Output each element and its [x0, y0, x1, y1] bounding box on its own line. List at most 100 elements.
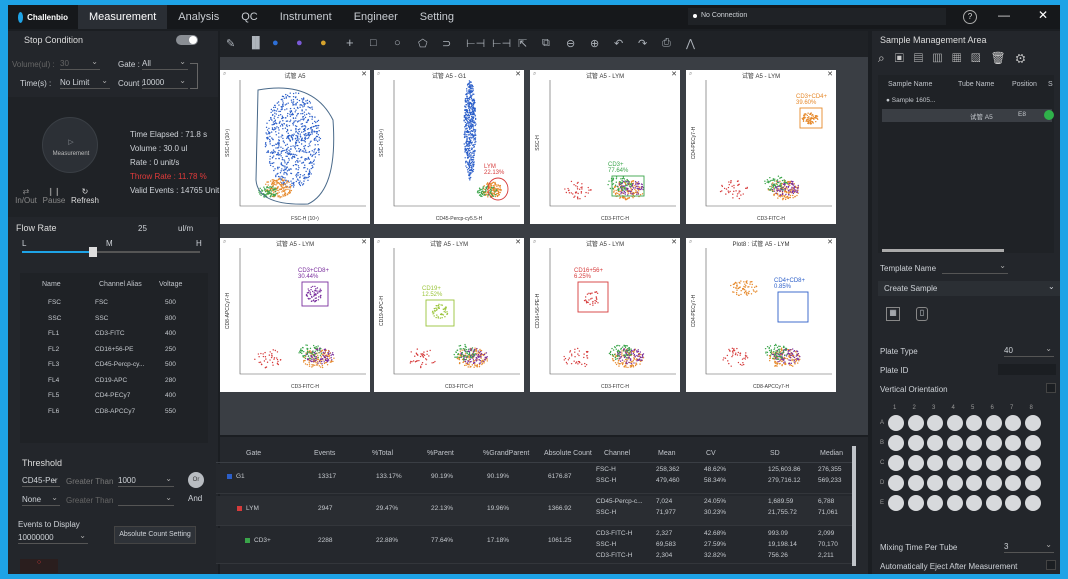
plot-close-icon[interactable]: ✕: [827, 70, 833, 78]
plate-well[interactable]: [907, 455, 924, 471]
plate-well[interactable]: [985, 475, 1002, 491]
plot-close-icon[interactable]: ✕: [515, 238, 521, 246]
stats-col-gate[interactable]: Gate: [246, 450, 261, 457]
plate-id-input[interactable]: [998, 364, 1056, 375]
import-icon[interactable]: ▦: [952, 51, 971, 65]
flow-rate-slider-handle[interactable]: [89, 247, 98, 257]
plate-well[interactable]: [985, 435, 1002, 451]
plot-close-icon[interactable]: ✕: [515, 70, 521, 78]
plate-well[interactable]: [946, 435, 963, 451]
channel-cell[interactable]: 400: [165, 330, 176, 337]
template-icon[interactable]: ▧: [971, 51, 990, 65]
plot-canvas[interactable]: [704, 80, 832, 208]
plate-well[interactable]: [888, 455, 904, 471]
minimize-button[interactable]: —: [998, 8, 1010, 22]
plate-well[interactable]: [966, 475, 982, 491]
events-display-select[interactable]: 10000000: [18, 531, 88, 544]
plot-6[interactable]: ⌕ 试管 A5 - LYM ✕ CD3-FITC-H CD19-APC-H CD19+ 12…: [374, 238, 524, 392]
plot-close-icon[interactable]: ✕: [361, 238, 367, 246]
plot-1[interactable]: ⌕ 试管 A5 ✕ FSC-H (10⁴) SSC-H (10⁴): [220, 70, 370, 224]
plate-well[interactable]: [927, 435, 943, 451]
plate-well[interactable]: [966, 415, 982, 431]
freehand-gate-icon[interactable]: ⊃: [442, 37, 451, 50]
plot-4[interactable]: ⌕ 试管 A5 - LYM ✕ CD3-FITC-H CD4-PECy7-H CD3+CD…: [686, 70, 836, 224]
stats-row[interactable]: [216, 464, 856, 494]
stats-col-channel[interactable]: Channel: [604, 450, 630, 457]
tube-icon[interactable]: ▯: [916, 307, 928, 321]
plot-canvas[interactable]: [548, 80, 676, 208]
plate-well[interactable]: [946, 455, 963, 471]
pause-button[interactable]: ❙❙ Pause: [42, 187, 66, 205]
stop-condition-toggle[interactable]: [176, 35, 198, 45]
plot-close-icon[interactable]: ✕: [827, 238, 833, 246]
inout-button[interactable]: ⇄ In/Out: [14, 187, 38, 205]
plate-well[interactable]: [888, 475, 904, 491]
plate-well[interactable]: [1005, 495, 1021, 511]
channel-cell[interactable]: 500: [165, 361, 176, 368]
stats-row[interactable]: [216, 528, 856, 564]
close-button[interactable]: ✕: [1038, 8, 1048, 22]
stats-col-absolutecount[interactable]: Absolute Count: [544, 450, 592, 457]
plate-well[interactable]: [1024, 415, 1041, 431]
threshold-channel-2[interactable]: None: [22, 493, 60, 506]
settings-icon[interactable]: ⚙: [1016, 51, 1036, 65]
stats-col-events[interactable]: Events: [314, 450, 335, 457]
sample-list-scrollbar[interactable]: [882, 249, 1004, 252]
tab-qc[interactable]: QC: [230, 5, 269, 29]
pointer-tool-icon[interactable]: ✎: [226, 37, 235, 50]
tube-row[interactable]: [882, 109, 1052, 122]
stats-scrollbar[interactable]: [852, 446, 856, 566]
threshold-channel-1[interactable]: CD45-Per: [22, 474, 60, 487]
plate-well[interactable]: [907, 475, 924, 491]
auto-eject-checkbox[interactable]: [1046, 560, 1056, 570]
stats-col-parent[interactable]: %Parent: [427, 450, 454, 457]
plate-well[interactable]: [946, 495, 963, 511]
plate-well[interactable]: [946, 415, 963, 431]
plate-well[interactable]: [907, 435, 924, 451]
plate-icon[interactable]: ▦: [886, 307, 900, 321]
tab-setting[interactable]: Setting: [409, 5, 465, 29]
plate-well[interactable]: [888, 415, 904, 431]
zoom-out-icon[interactable]: ⊖: [566, 37, 575, 50]
stop-icon[interactable]: ○: [20, 559, 58, 573]
plate-well[interactable]: [927, 415, 943, 431]
threshold-condition-1[interactable]: Greater Than: [66, 477, 113, 486]
sample-row[interactable]: ● Sample 1605...: [886, 97, 935, 104]
plot-2[interactable]: ⌕ 试管 A5 - G1 ✕ CD45-Percp-cy5.5-H SSC-H (10⁴…: [374, 70, 524, 224]
histogram-icon[interactable]: ▐▌: [248, 37, 264, 49]
plate-well[interactable]: [946, 475, 963, 491]
plot-8[interactable]: ⌕ Plot8 : 试管 A5 - LYM ✕ CD8-APCCy7-H CD4-PEC…: [686, 238, 836, 392]
channel-cell[interactable]: 800: [165, 315, 176, 322]
plate-well[interactable]: [1024, 495, 1041, 511]
stats-col-cv[interactable]: CV: [706, 450, 716, 457]
tab-engineer[interactable]: Engineer: [343, 5, 409, 29]
time-select[interactable]: No Limit: [60, 76, 110, 89]
plot-canvas[interactable]: [704, 248, 832, 376]
multi-range-gate-icon[interactable]: ⊢⊣: [492, 37, 511, 50]
save-icon[interactable]: ▣: [895, 51, 914, 65]
threshold-value-1[interactable]: 1000: [118, 474, 174, 487]
plot-canvas[interactable]: [392, 248, 520, 376]
dotplot-icon[interactable]: ●: [272, 37, 279, 49]
or-toggle[interactable]: Or: [188, 472, 204, 488]
export-icon[interactable]: ▥: [933, 51, 952, 65]
plot-canvas[interactable]: [548, 248, 676, 376]
plate-well[interactable]: [985, 455, 1002, 471]
plate-well[interactable]: [927, 475, 943, 491]
polygon-gate-icon[interactable]: ⬠: [418, 37, 428, 50]
crosshair-gate-icon[interactable]: +: [346, 35, 354, 50]
tab-instrument[interactable]: Instrument: [269, 5, 343, 29]
stats-col-total[interactable]: %Total: [372, 450, 393, 457]
refresh-button[interactable]: ↻ Refresh: [70, 187, 100, 205]
mixing-time-select[interactable]: 3: [1004, 540, 1054, 553]
plot-canvas[interactable]: [238, 80, 366, 208]
range-gate-icon[interactable]: ⊢⊣: [466, 37, 485, 50]
copy-plot-icon[interactable]: ⧉: [542, 37, 550, 50]
plot-close-icon[interactable]: ✕: [361, 70, 367, 78]
plate-well[interactable]: [1024, 475, 1041, 491]
plate-well[interactable]: [985, 495, 1002, 511]
plot-close-icon[interactable]: ✕: [671, 238, 677, 246]
plot-3[interactable]: ⌕ 试管 A5 - LYM ✕ CD3-FITC-H SSC-H CD3+ 77.64%: [530, 70, 680, 224]
vertical-orientation-checkbox[interactable]: [1046, 383, 1056, 393]
contour-plot-icon[interactable]: ●: [320, 37, 327, 49]
